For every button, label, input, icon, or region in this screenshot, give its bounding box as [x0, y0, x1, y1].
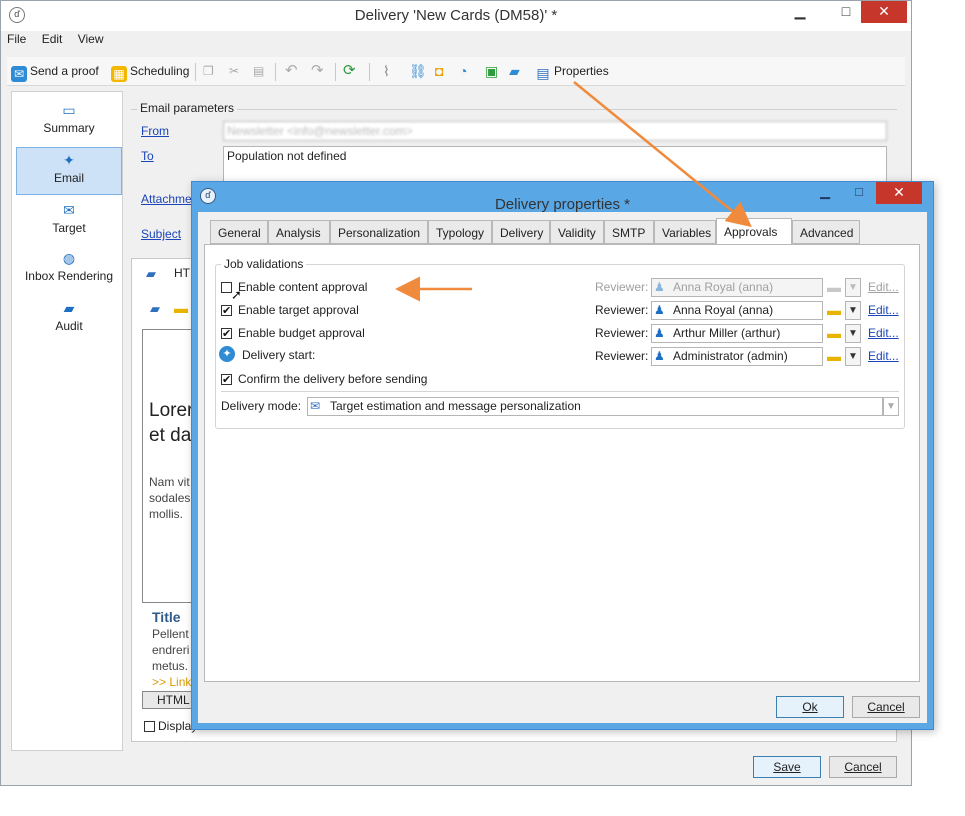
arrow-to-approvals-tab: [573, 81, 752, 228]
annotation-arrows: [395, 81, 752, 302]
